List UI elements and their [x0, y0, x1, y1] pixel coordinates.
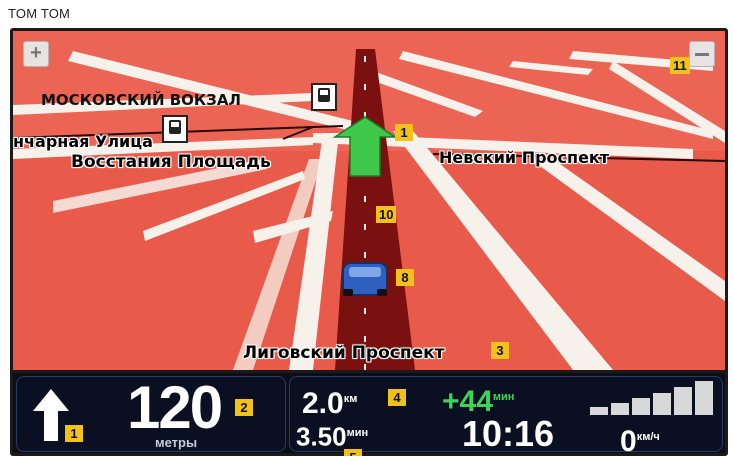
remaining-time: 3.50мин	[296, 419, 368, 451]
train-station-icon-2	[162, 115, 188, 143]
marker-3: 3	[491, 342, 509, 359]
train-station-icon-1	[311, 83, 337, 111]
trip-info-box[interactable]: 2.0км 4 3.50мин 5 +44мин 10:16 0км/ч	[289, 376, 723, 456]
marker-5: 5	[344, 449, 362, 456]
arrival-time: 10:16	[462, 413, 555, 454]
speed: 0км/ч	[620, 421, 660, 457]
marker-1-panel: 1	[65, 425, 83, 442]
distance-unit: метры	[155, 435, 198, 450]
next-instruction-box[interactable]: 1 120 2 метры	[16, 376, 286, 452]
remaining-distance-value: 2.0	[302, 387, 344, 420]
remaining-time-value: 3.50	[296, 421, 347, 452]
remaining-distance-unit: км	[343, 393, 358, 405]
marker-11: 11	[670, 57, 690, 74]
car-icon	[342, 262, 388, 296]
marker-4: 4	[388, 389, 406, 406]
delay-unit: мин	[492, 391, 515, 403]
label-nevsky: Невский Проспект	[439, 148, 610, 167]
speed-value: 0	[620, 425, 637, 457]
map-canvas	[13, 31, 725, 370]
map-view[interactable]: + 11 МОСКОВСКИЙ ВОКЗАЛ нчарная Улица Вос…	[13, 31, 725, 370]
navigation-screen: + 11 МОСКОВСКИЙ ВОКЗАЛ нчарная Улица Вос…	[10, 28, 728, 456]
speed-unit: км/ч	[636, 431, 660, 443]
menu-icon	[695, 53, 709, 56]
marker-10: 10	[376, 206, 397, 223]
caption: TOM TOM	[8, 6, 71, 21]
marker-8: 8	[396, 269, 414, 286]
distance-to-turn: 120	[127, 374, 223, 441]
bottom-panel: 1 120 2 метры 2.0км 4 3.50мин 5 +44мин 1…	[13, 373, 725, 456]
label-moscow-station: МОСКОВСКИЙ ВОКЗАЛ	[41, 91, 241, 109]
remaining-distance: 2.0км	[302, 383, 357, 420]
marker-2: 2	[235, 399, 253, 416]
label-ligovsky: Лиговский Проспект	[243, 343, 445, 363]
marker-1-map: 1	[395, 124, 413, 141]
menu-button[interactable]	[689, 41, 715, 67]
label-goncharnaya: нчарная Улица	[13, 132, 153, 151]
remaining-time-unit: мин	[346, 427, 369, 439]
label-vosstaniya: Восстания Площадь	[71, 152, 271, 172]
gps-signal-bars	[590, 381, 716, 415]
zoom-in-button[interactable]: +	[23, 41, 49, 67]
